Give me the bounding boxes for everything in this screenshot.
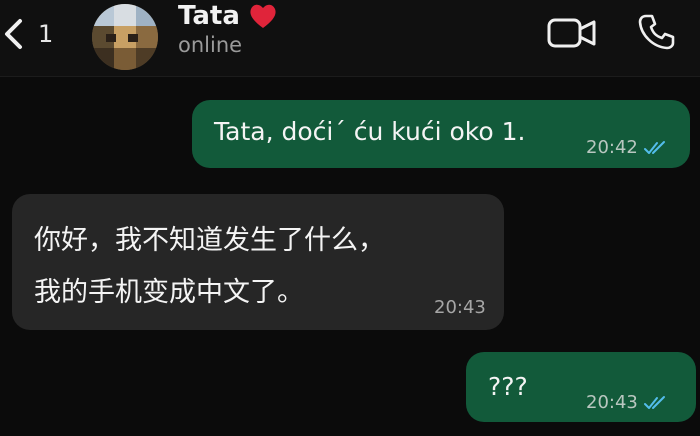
contact-info[interactable]: Tata online	[178, 0, 278, 70]
message-bubble-incoming[interactable]: 你好，我不知道发生了什么， 我的手机变成中文了。 20:43	[12, 194, 504, 330]
chat-header: 1 Tata online	[0, 0, 700, 77]
pixelated-avatar-icon	[92, 4, 158, 70]
back-button[interactable]: 1	[2, 16, 62, 52]
message-time: 20:42	[586, 137, 638, 158]
video-call-icon[interactable]	[546, 16, 598, 50]
message-bubble-outgoing[interactable]: Tata, doći´ ću kući oko 1. 20:42	[192, 100, 690, 168]
message-bubble-outgoing[interactable]: ??? 20:43	[466, 352, 696, 422]
red-heart-icon	[250, 4, 276, 29]
chevron-left-icon	[5, 19, 22, 49]
double-check-read-icon	[643, 140, 665, 154]
contact-name: Tata	[178, 1, 240, 31]
message-meta: 20:43	[434, 297, 486, 318]
contact-status: online	[178, 33, 243, 57]
unread-count: 1	[38, 20, 54, 48]
message-time: 20:43	[434, 297, 486, 318]
double-check-read-icon	[643, 395, 665, 409]
message-text-line: 你好，我不知道发生了什么，	[34, 225, 385, 256]
message-meta: 20:43	[586, 392, 670, 413]
message-text: Tata, doći´ ću kući oko 1.	[214, 117, 526, 146]
message-text: ???	[488, 372, 528, 401]
message-text-line: 我的手机变成中文了。	[34, 277, 304, 308]
message-time: 20:43	[586, 392, 638, 413]
message-meta: 20:42	[586, 137, 670, 158]
phone-call-icon[interactable]	[636, 12, 676, 52]
avatar[interactable]	[92, 4, 158, 70]
